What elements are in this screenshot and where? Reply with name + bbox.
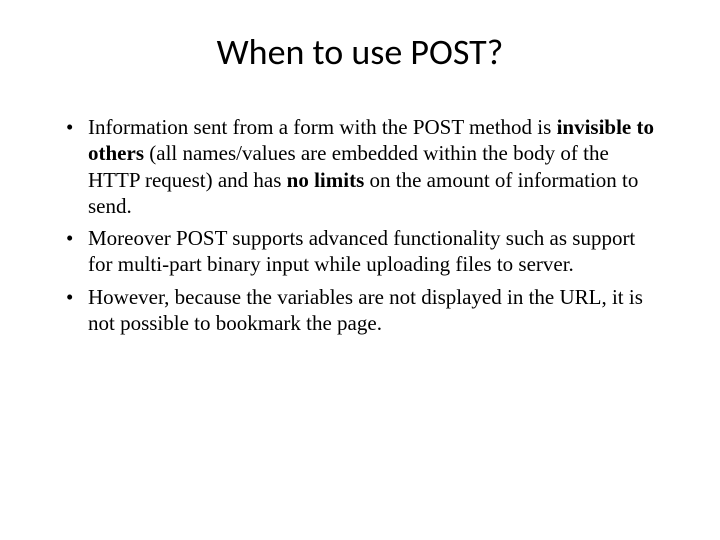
slide-title: When to use POST?	[40, 30, 680, 74]
bullet-list: Information sent from a form with the PO…	[60, 114, 660, 336]
bullet-text: Moreover POST supports advanced function…	[88, 226, 635, 276]
list-item: Information sent from a form with the PO…	[60, 114, 660, 219]
bullet-bold: no limits	[287, 168, 365, 192]
list-item: Moreover POST supports advanced function…	[60, 225, 660, 278]
slide: When to use POST? Information sent from …	[0, 0, 720, 540]
list-item: However, because the variables are not d…	[60, 284, 660, 337]
bullet-text: However, because the variables are not d…	[88, 285, 643, 335]
bullet-text: Information sent from a form with the PO…	[88, 115, 557, 139]
